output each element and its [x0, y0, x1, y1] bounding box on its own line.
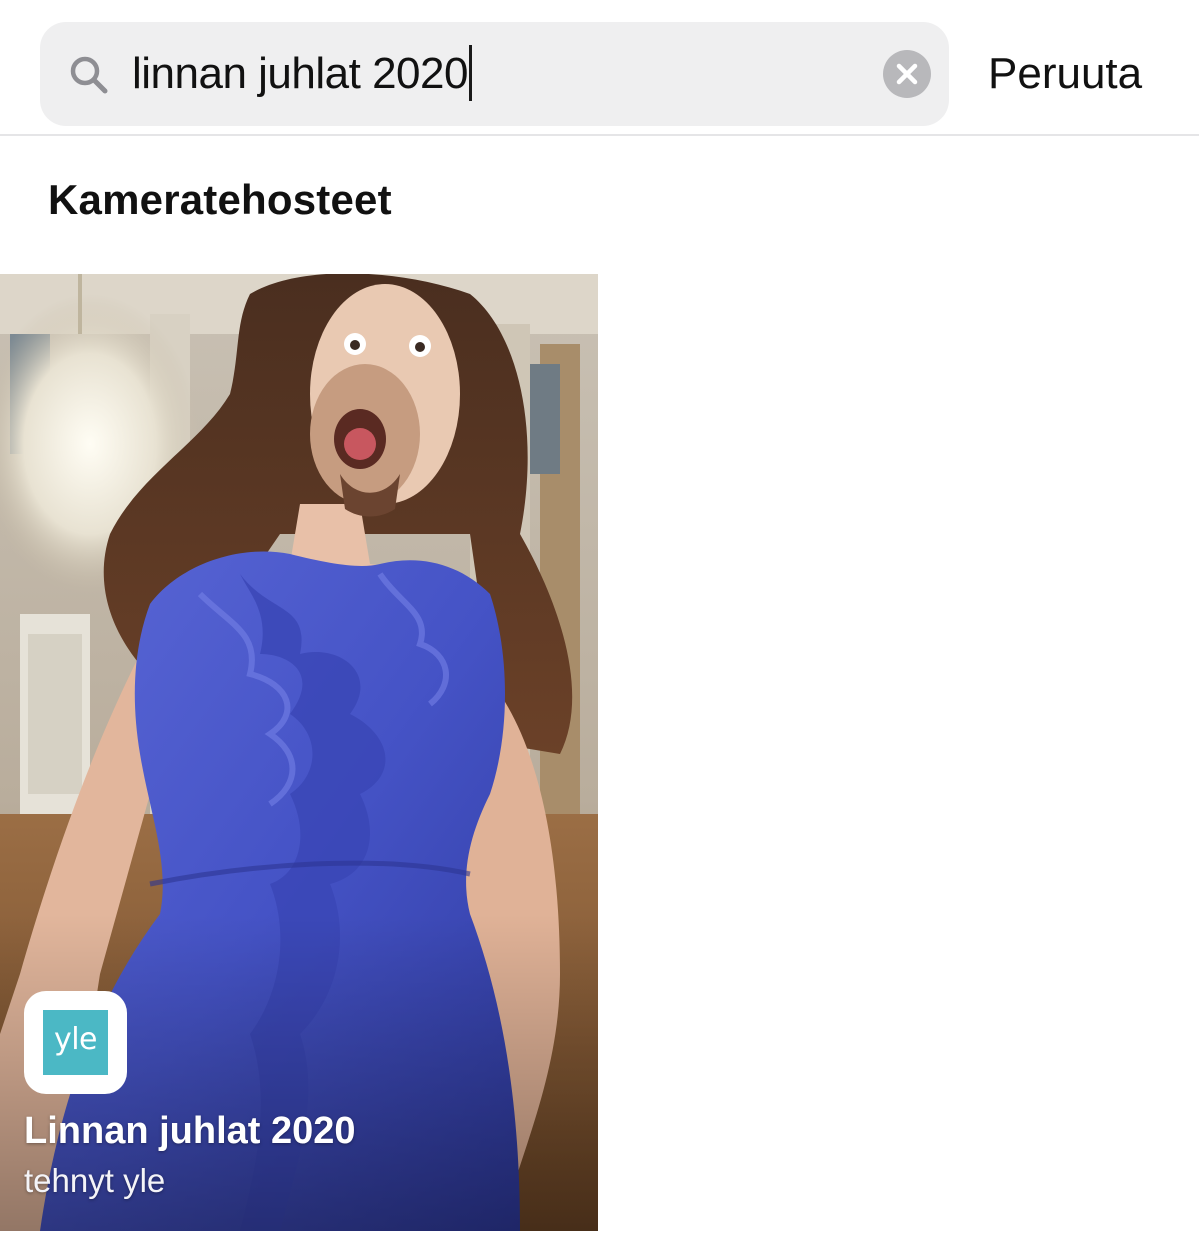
search-input[interactable]: linnan juhlat 2020	[132, 44, 472, 104]
effect-card[interactable]: yle Linnan juhlat 2020 tehnyt yle	[0, 274, 598, 1231]
effect-creator: tehnyt yle	[24, 1162, 166, 1199]
section-title: Kameratehosteet	[48, 176, 392, 223]
cancel-button[interactable]: Peruuta	[988, 44, 1142, 104]
creator-logo-tile: yle	[24, 991, 127, 1094]
yle-logo: yle	[43, 1010, 108, 1075]
search-bar[interactable]: linnan juhlat 2020	[40, 22, 949, 126]
search-query-text: linnan juhlat 2020	[132, 49, 468, 98]
effect-name: Linnan juhlat 2020	[24, 1110, 356, 1152]
search-results-screen: linnan juhlat 2020 Peruuta Kameratehoste…	[0, 0, 1199, 1255]
header-divider	[0, 134, 1199, 136]
clear-icon[interactable]	[883, 50, 931, 98]
text-cursor	[468, 45, 472, 102]
search-icon	[70, 56, 108, 94]
